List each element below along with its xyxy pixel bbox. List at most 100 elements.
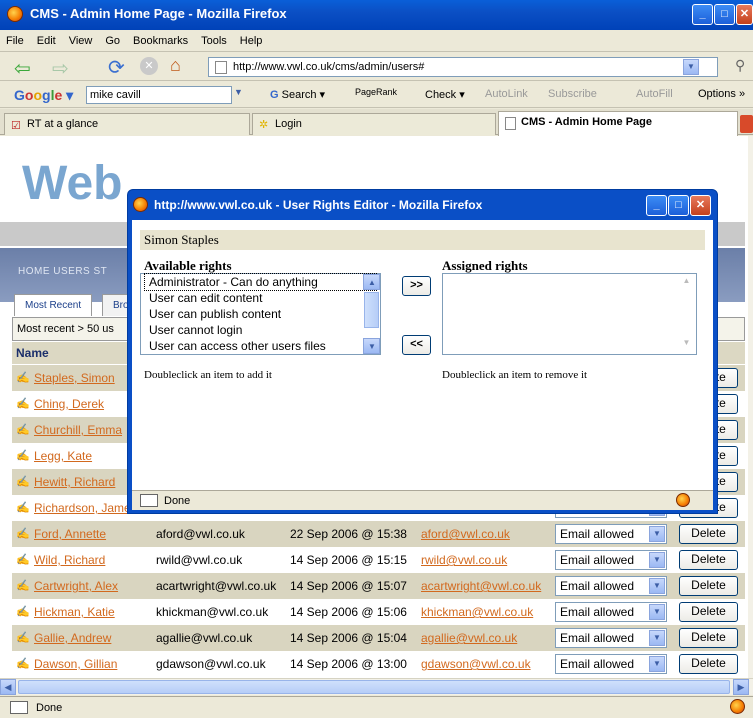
google-search-input[interactable]: mike cavill bbox=[86, 86, 232, 104]
tab-login[interactable]: ✲ Login bbox=[252, 113, 496, 135]
delete-button[interactable]: Delete bbox=[679, 628, 738, 648]
list-item[interactable]: User cannot login bbox=[145, 322, 376, 338]
edit-rights-icon[interactable]: ✍ bbox=[16, 657, 30, 670]
reload-icon[interactable]: ⟳ bbox=[108, 55, 125, 80]
subscribe-button[interactable]: Subscribe bbox=[548, 88, 597, 100]
address-input[interactable]: http://www.vwl.co.uk/cms/admin/users# ▼ bbox=[208, 57, 718, 77]
list-item[interactable]: User can access other users files bbox=[145, 338, 376, 354]
google-logo[interactable]: Google ▾ bbox=[14, 87, 73, 104]
tab-close-icon[interactable] bbox=[740, 115, 753, 133]
pagerank-label[interactable]: PageRank bbox=[355, 87, 397, 97]
edit-rights-icon[interactable]: ✍ bbox=[16, 475, 30, 488]
user-name-link[interactable]: Legg, Kate bbox=[34, 449, 92, 463]
user-name-link[interactable]: Staples, Simon bbox=[34, 371, 115, 385]
user-email-link[interactable]: khickman@vwl.co.uk bbox=[421, 605, 533, 619]
user-email-link[interactable]: acartwright@vwl.co.uk bbox=[421, 579, 541, 593]
vertical-scrollbar[interactable] bbox=[748, 136, 753, 678]
edit-rights-icon[interactable]: ✍ bbox=[16, 553, 30, 566]
list-item[interactable]: Administrator - Can do anything bbox=[144, 273, 377, 291]
scroll-left-icon[interactable]: ◀ bbox=[0, 679, 16, 695]
check-button[interactable]: Check ▾ bbox=[425, 88, 465, 101]
edit-rights-icon[interactable]: ✍ bbox=[16, 579, 30, 592]
menu-help[interactable]: Help bbox=[240, 35, 263, 47]
chevron-down-icon[interactable]: ▼ bbox=[649, 630, 665, 646]
permission-select[interactable]: Email allowed▼ bbox=[555, 576, 667, 596]
scroll-up-icon[interactable]: ▲ bbox=[363, 274, 380, 290]
back-icon[interactable]: ⇦ bbox=[14, 56, 31, 81]
chevron-down-icon[interactable]: ▼ bbox=[649, 578, 665, 594]
edit-rights-icon[interactable]: ✍ bbox=[16, 527, 30, 540]
user-name-link[interactable]: Hewitt, Richard bbox=[34, 475, 115, 489]
chevron-down-icon[interactable]: ▼ bbox=[649, 526, 665, 542]
options-button[interactable]: Options » bbox=[698, 88, 745, 100]
user-name-link[interactable]: Wild, Richard bbox=[34, 553, 105, 567]
popup-close-icon[interactable]: ✕ bbox=[690, 195, 711, 216]
list-scrollbar[interactable]: ▲ ▼ bbox=[363, 274, 380, 354]
user-email-link[interactable]: rwild@vwl.co.uk bbox=[421, 553, 507, 567]
user-email-link[interactable]: aford@vwl.co.uk bbox=[421, 527, 510, 541]
tab-cms-admin-home[interactable]: CMS - Admin Home Page bbox=[498, 111, 738, 136]
delete-button[interactable]: Delete bbox=[679, 602, 738, 622]
list-scroll-thumb[interactable] bbox=[364, 292, 379, 328]
edit-rights-icon[interactable]: ✍ bbox=[16, 605, 30, 618]
menu-file[interactable]: File bbox=[6, 35, 24, 47]
edit-rights-icon[interactable]: ✍ bbox=[16, 449, 30, 462]
assigned-rights-list[interactable]: ▲ ▼ bbox=[442, 273, 697, 355]
delete-button[interactable]: Delete bbox=[679, 550, 738, 570]
permission-select[interactable]: Email allowed▼ bbox=[555, 628, 667, 648]
chevron-down-icon[interactable]: ▼ bbox=[649, 552, 665, 568]
chevron-down-icon[interactable]: ▼ bbox=[649, 656, 665, 672]
maximize-icon[interactable]: □ bbox=[714, 4, 735, 25]
delete-button[interactable]: Delete bbox=[679, 524, 738, 544]
available-rights-list[interactable]: Administrator - Can do anything User can … bbox=[140, 273, 381, 355]
user-name-link[interactable]: Gallie, Andrew bbox=[34, 631, 111, 645]
user-name-link[interactable]: Richardson, James bbox=[34, 501, 137, 515]
menu-go[interactable]: Go bbox=[105, 35, 120, 47]
user-email-link[interactable]: gdawson@vwl.co.uk bbox=[421, 657, 531, 671]
edit-rights-icon[interactable]: ✍ bbox=[16, 397, 30, 410]
address-dropdown-icon[interactable]: ▼ bbox=[683, 59, 699, 75]
user-name-link[interactable]: Hickman, Katie bbox=[34, 605, 115, 619]
add-right-button[interactable]: >> bbox=[402, 276, 431, 296]
search-go-icon[interactable]: ⚲ bbox=[735, 57, 745, 74]
stop-icon[interactable]: ✕ bbox=[140, 57, 158, 75]
user-name-link[interactable]: Ford, Annette bbox=[34, 527, 106, 541]
edit-rights-icon[interactable]: ✍ bbox=[16, 371, 30, 384]
user-name-link[interactable]: Ching, Derek bbox=[34, 397, 104, 411]
user-name-link[interactable]: Cartwright, Alex bbox=[34, 579, 118, 593]
scroll-right-icon[interactable]: ▶ bbox=[733, 679, 749, 695]
user-name-link[interactable]: Dawson, Gillian bbox=[34, 657, 117, 671]
permission-select[interactable]: Email allowed▼ bbox=[555, 602, 667, 622]
list-item[interactable]: User can publish content bbox=[145, 306, 376, 322]
edit-rights-icon[interactable]: ✍ bbox=[16, 423, 30, 436]
minimize-icon[interactable]: _ bbox=[692, 4, 713, 25]
tab-rt-at-a-glance[interactable]: ☑ RT at a glance bbox=[4, 113, 250, 135]
permission-select[interactable]: Email allowed▼ bbox=[555, 550, 667, 570]
scroll-down-icon[interactable]: ▼ bbox=[363, 338, 380, 354]
popup-maximize-icon[interactable]: □ bbox=[668, 195, 689, 216]
menu-edit[interactable]: Edit bbox=[37, 35, 56, 47]
permission-select[interactable]: Email allowed▼ bbox=[555, 654, 667, 674]
remove-right-button[interactable]: << bbox=[402, 335, 431, 355]
menu-tools[interactable]: Tools bbox=[201, 35, 227, 47]
user-name-link[interactable]: Churchill, Emma bbox=[34, 423, 122, 437]
list-item[interactable]: User can edit content bbox=[145, 290, 376, 306]
chevron-down-icon[interactable]: ▼ bbox=[649, 604, 665, 620]
menu-bookmarks[interactable]: Bookmarks bbox=[133, 35, 188, 47]
horizontal-scrollbar[interactable]: ◀ ▶ bbox=[0, 678, 753, 695]
close-icon[interactable]: ✕ bbox=[736, 4, 753, 25]
permission-select[interactable]: Email allowed▼ bbox=[555, 524, 667, 544]
menu-view[interactable]: View bbox=[69, 35, 93, 47]
scroll-thumb[interactable] bbox=[18, 680, 730, 694]
google-search-button[interactable]: G Search ▾ bbox=[270, 88, 325, 101]
delete-button[interactable]: Delete bbox=[679, 576, 738, 596]
popup-minimize-icon[interactable]: _ bbox=[646, 195, 667, 216]
forward-icon[interactable]: ⇨ bbox=[52, 56, 69, 81]
home-icon[interactable]: ⌂ bbox=[170, 55, 181, 76]
tab-most-recent[interactable]: Most Recent bbox=[14, 294, 93, 316]
edit-rights-icon[interactable]: ✍ bbox=[16, 501, 30, 514]
delete-button[interactable]: Delete bbox=[679, 654, 738, 674]
edit-rights-icon[interactable]: ✍ bbox=[16, 631, 30, 644]
autolink-button[interactable]: AutoLink bbox=[485, 88, 528, 100]
google-dropdown-icon[interactable]: ▼ bbox=[234, 87, 243, 97]
